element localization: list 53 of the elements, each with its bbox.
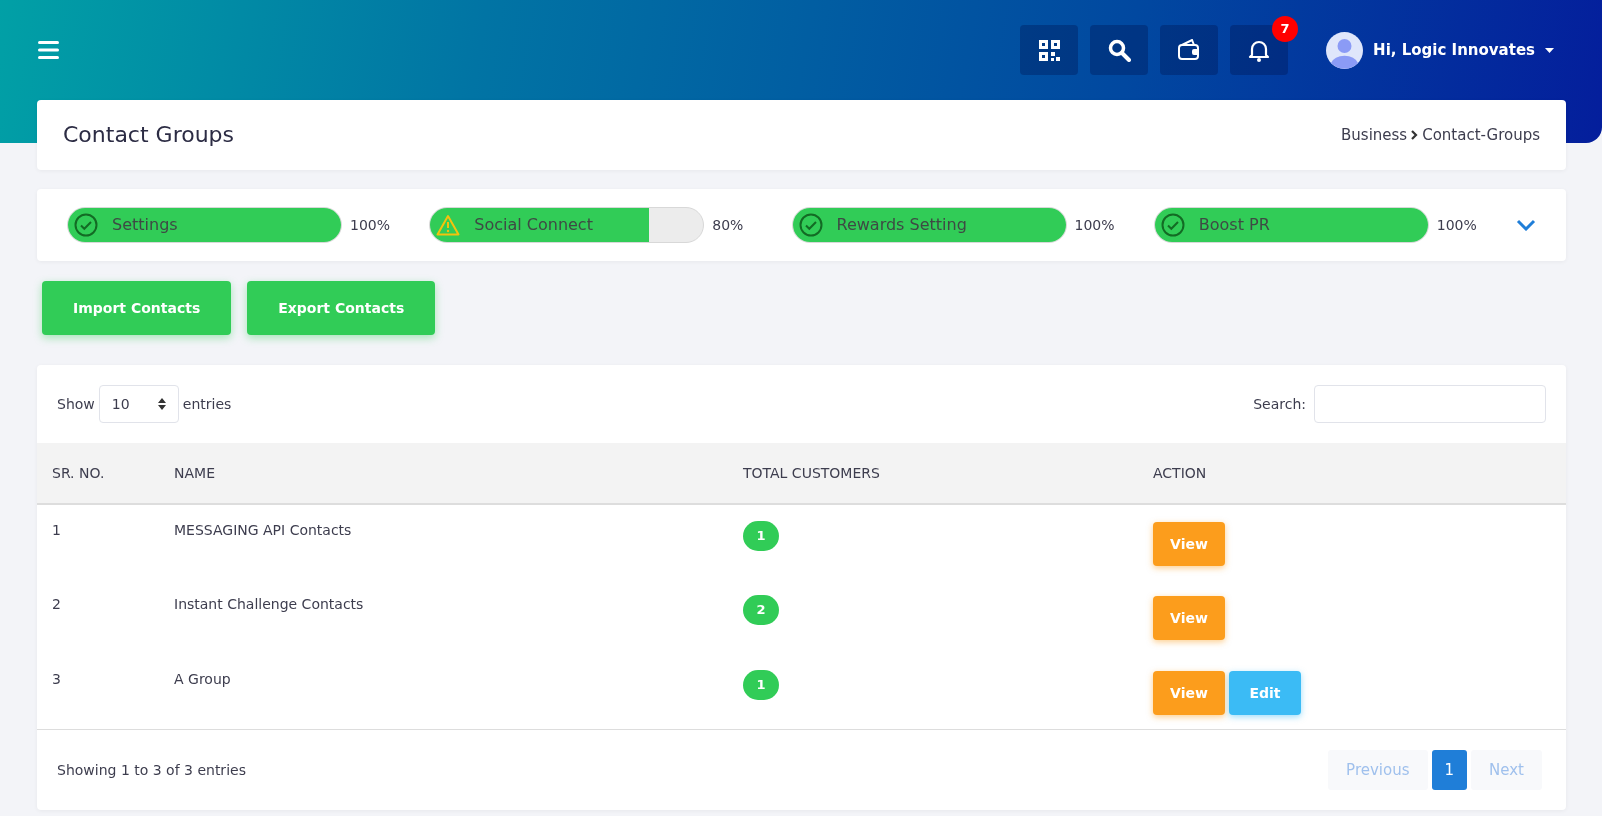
- chevron-down-icon[interactable]: [1516, 219, 1536, 231]
- import-button[interactable]: Import Contacts: [42, 281, 232, 335]
- export-button[interactable]: Export Contacts: [247, 281, 436, 335]
- wallet-icon: [1177, 39, 1202, 61]
- bell-button[interactable]: [1230, 25, 1289, 75]
- search-field[interactable]: [1314, 385, 1546, 423]
- breadcrumb-item: Contact-Groups: [1422, 124, 1540, 146]
- table-cell-text: 2: [51, 595, 62, 614]
- bell-icon: [1248, 38, 1271, 62]
- progress-percent: 100%: [350, 215, 392, 235]
- menu-icon[interactable]: [38, 41, 59, 59]
- progress-percent: 100%: [1074, 215, 1116, 235]
- column-header: TOTAL CUSTOMERS: [728, 443, 1138, 504]
- entries-label: entries: [182, 394, 232, 414]
- table-cell-text: A Group: [173, 670, 232, 689]
- progress-label: Settings: [112, 214, 178, 236]
- column-header: NAME: [159, 443, 728, 504]
- breadcrumb-item[interactable]: Business: [1341, 123, 1408, 147]
- page-title: Contact Groups: [63, 121, 235, 149]
- page-button[interactable]: 1: [1431, 750, 1468, 790]
- progress-percent: 100%: [1436, 215, 1478, 235]
- avatar-icon: [1326, 31, 1364, 69]
- table-cell-text: 3: [51, 670, 62, 689]
- chevron-right-icon: [1411, 130, 1419, 140]
- table-cell-text: Instant Challenge Contacts: [173, 595, 365, 614]
- column-header: ACTION: [1138, 443, 1566, 504]
- view-button[interactable]: View: [1153, 596, 1225, 640]
- table-cell: 1: [37, 504, 159, 579]
- sort-icon: [157, 398, 166, 410]
- search-label: Search:: [1253, 394, 1306, 414]
- show-label: Show: [57, 394, 95, 414]
- caret-icon: [1545, 47, 1554, 53]
- column-header: SR. NO.: [37, 443, 159, 504]
- view-button[interactable]: View: [1153, 671, 1225, 715]
- table-info: Showing 1 to 3 of 3 entries: [57, 760, 246, 780]
- progress-percent: 80%: [712, 215, 745, 235]
- qr-code-icon: [1038, 39, 1060, 61]
- qr-code-button[interactable]: [1020, 25, 1079, 75]
- edit-button[interactable]: Edit: [1229, 671, 1301, 715]
- search-icon: [1107, 38, 1131, 62]
- progress-label: Social Connect: [474, 214, 593, 236]
- notification-badge: 7: [1272, 16, 1299, 42]
- count-badge: 2: [743, 595, 779, 625]
- view-button[interactable]: View: [1153, 522, 1225, 566]
- entries-select[interactable]: 10: [98, 385, 179, 423]
- table-cell: MESSAGING API Contacts: [159, 504, 728, 579]
- user-menu[interactable]: Hi, Logic Innovates: [1320, 30, 1560, 70]
- progress-label: Rewards Setting: [836, 214, 967, 236]
- count-badge: 1: [743, 521, 779, 551]
- search-button[interactable]: [1090, 25, 1149, 75]
- progress-label: Boost PR: [1198, 214, 1270, 236]
- count-badge: 1: [743, 670, 779, 700]
- wallet-button[interactable]: [1160, 25, 1219, 75]
